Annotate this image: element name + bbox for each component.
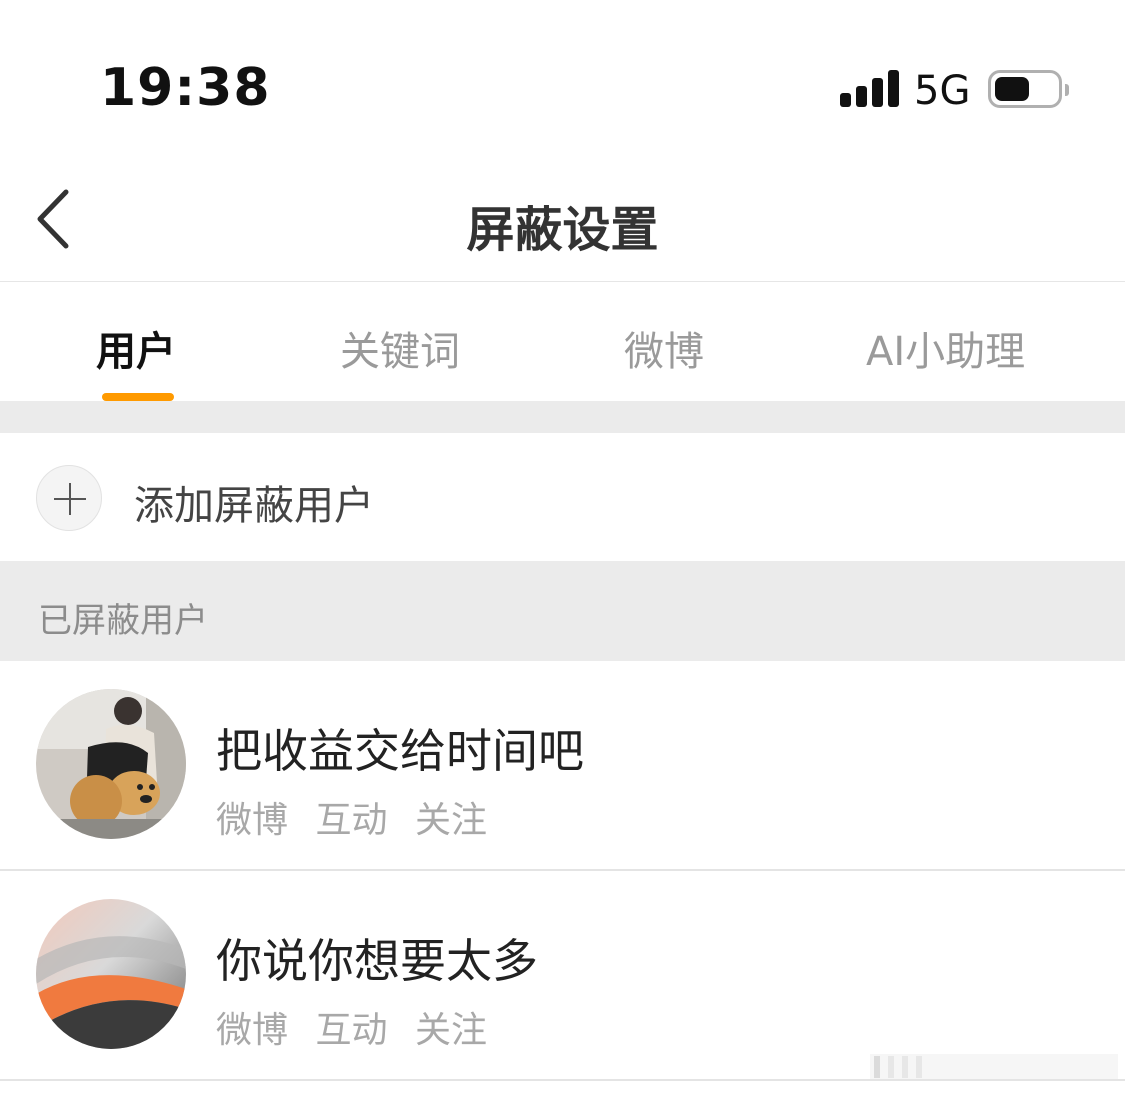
navigation-bar: 屏蔽设置 (0, 150, 1125, 282)
battery-icon (988, 70, 1069, 108)
tag-interaction[interactable]: 互动 (315, 800, 387, 841)
tab-ai-assistant[interactable]: AI小助理 (866, 319, 1025, 379)
tag-interaction[interactable]: 互动 (315, 1010, 387, 1051)
user-tags: 微博 互动 关注 (216, 1001, 503, 1053)
avatar[interactable] (36, 689, 186, 839)
section-divider (0, 401, 1125, 433)
user-name: 把收益交给时间吧 (216, 724, 584, 778)
user-name: 你说你想要太多 (216, 934, 538, 988)
status-time: 19:38 (100, 58, 271, 118)
cellular-signal-icon (840, 70, 900, 107)
user-tags: 微博 互动 关注 (216, 791, 503, 843)
tag-weibo[interactable]: 微博 (216, 800, 288, 841)
status-bar: 19:38 5G (0, 0, 1125, 150)
tag-follow[interactable]: 关注 (415, 800, 487, 841)
network-type: 5G (914, 68, 971, 114)
tag-weibo[interactable]: 微博 (216, 1010, 288, 1051)
add-blocked-user-button[interactable]: 添加屏蔽用户 (0, 433, 1125, 561)
tab-users[interactable]: 用户 (96, 319, 176, 379)
tab-bar: 用户 关键词 微博 AI小助理 (0, 283, 1125, 401)
avatar[interactable] (36, 899, 186, 1049)
active-tab-indicator (102, 393, 174, 401)
section-title: 已屏蔽用户 (38, 601, 208, 641)
section-header: 已屏蔽用户 (0, 561, 1125, 661)
plus-icon (36, 465, 102, 531)
home-indicator (870, 1050, 1118, 1084)
page-title: 屏蔽设置 (466, 202, 659, 258)
tab-weibo[interactable]: 微博 (624, 319, 704, 379)
tag-follow[interactable]: 关注 (415, 1010, 487, 1051)
battery-level (995, 77, 1029, 101)
add-blocked-user-label: 添加屏蔽用户 (134, 483, 374, 529)
blocked-user-row[interactable]: 把收益交给时间吧 微博 互动 关注 (0, 661, 1125, 871)
tab-keywords[interactable]: 关键词 (340, 319, 460, 379)
